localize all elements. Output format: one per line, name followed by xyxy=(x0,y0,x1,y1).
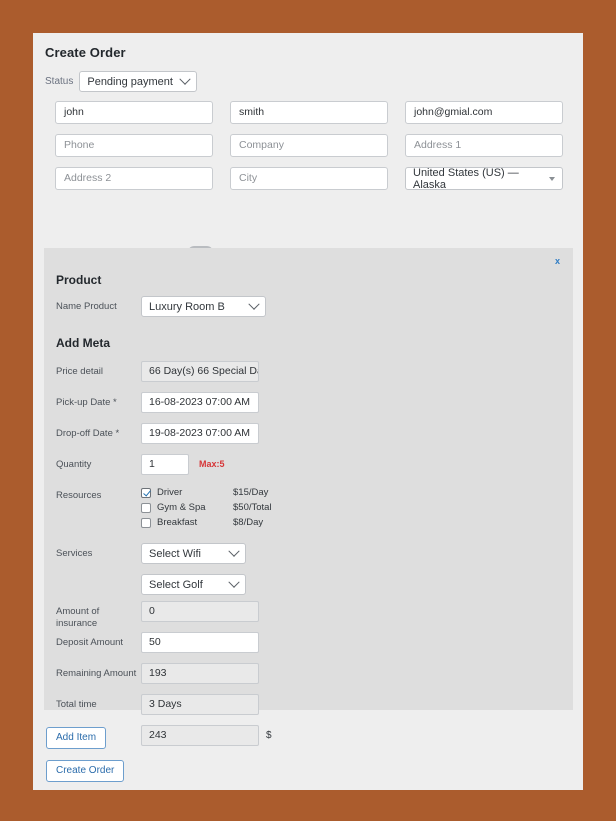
address-1-input[interactable]: Address 1 xyxy=(405,134,563,157)
phone-input[interactable]: Phone xyxy=(55,134,213,157)
chevron-down-icon xyxy=(248,298,259,309)
billing-row-1: john smith john@gmial.com xyxy=(55,101,565,124)
insurance-input[interactable]: 0 xyxy=(141,601,259,622)
chevron-down-icon xyxy=(228,545,239,556)
status-select[interactable]: Pending payment xyxy=(79,71,197,92)
deposit-label: Deposit Amount xyxy=(56,632,141,649)
checkbox-gym-spa[interactable] xyxy=(141,503,151,513)
company-input[interactable]: Company xyxy=(230,134,388,157)
country-state-value: United States (US) — Alaska xyxy=(413,167,541,191)
name-product-value: Luxury Room B xyxy=(149,301,225,313)
pickup-date-input[interactable]: 16-08-2023 07:00 AM xyxy=(141,392,259,413)
name-product-label: Name Product xyxy=(56,296,141,313)
dropoff-date-input[interactable]: 19-08-2023 07:00 AM xyxy=(141,423,259,444)
resources-row: Resources Driver $15/Day Gym & Spa $50/T… xyxy=(56,485,272,528)
create-order-card: Create Order Status Pending payment john… xyxy=(33,33,583,790)
resource-name: Gym & Spa xyxy=(157,502,233,513)
add-meta-title: Add Meta xyxy=(56,336,110,350)
deposit-row: Deposit Amount 50 xyxy=(56,632,259,653)
page-title: Create Order xyxy=(45,45,126,60)
services-label: Services xyxy=(56,543,141,560)
add-item-button[interactable]: Add Item xyxy=(46,727,106,749)
last-name-input[interactable]: smith xyxy=(230,101,388,124)
status-row: Status Pending payment xyxy=(45,71,197,92)
quantity-row: Quantity 1 Max:5 xyxy=(56,454,225,475)
product-section-title: Product xyxy=(56,273,101,287)
total-time-label: Total time xyxy=(56,694,141,711)
name-product-row: Name Product Luxury Room B xyxy=(56,296,266,317)
resource-price: $50/Total xyxy=(233,502,272,513)
dropoff-date-row: Drop-off Date * 19-08-2023 07:00 AM xyxy=(56,423,259,444)
services-selects: Select Wifi Select Golf xyxy=(141,543,246,595)
resource-price: $15/Day xyxy=(233,487,268,498)
total-time-input[interactable]: 3 Days xyxy=(141,694,259,715)
price-detail-row: Price detail 66 Day(s) 66 Special Day(s) xyxy=(56,361,259,382)
city-input[interactable]: City xyxy=(230,167,388,190)
quantity-label: Quantity xyxy=(56,454,141,471)
resource-name: Breakfast xyxy=(157,517,233,528)
email-input[interactable]: john@gmial.com xyxy=(405,101,563,124)
checkbox-breakfast[interactable] xyxy=(141,518,151,528)
wifi-select-value: Select Wifi xyxy=(149,548,201,560)
country-state-select[interactable]: United States (US) — Alaska xyxy=(405,167,563,190)
close-icon[interactable]: x xyxy=(555,256,560,266)
quantity-max-note: Max:5 xyxy=(199,454,225,469)
first-name-input[interactable]: john xyxy=(55,101,213,124)
insurance-label: Amount of insurance xyxy=(56,601,141,630)
dropoff-date-label: Drop-off Date * xyxy=(56,423,141,440)
price-detail-input[interactable]: 66 Day(s) 66 Special Day(s) xyxy=(141,361,259,382)
address-2-input[interactable]: Address 2 xyxy=(55,167,213,190)
resource-item[interactable]: Driver $15/Day xyxy=(141,487,272,498)
cost-input[interactable]: 243 xyxy=(141,725,259,746)
resources-list: Driver $15/Day Gym & Spa $50/Total Break… xyxy=(141,485,272,528)
status-select-value: Pending payment xyxy=(87,76,173,88)
deposit-input[interactable]: 50 xyxy=(141,632,259,653)
pickup-date-label: Pick-up Date * xyxy=(56,392,141,409)
golf-select[interactable]: Select Golf xyxy=(141,574,246,595)
product-panel: x Product Name Product Luxury Room B Add… xyxy=(44,248,573,710)
resources-label: Resources xyxy=(56,485,141,502)
create-order-button[interactable]: Create Order xyxy=(46,760,124,782)
billing-grid: john smith john@gmial.com Phone Company … xyxy=(55,101,565,200)
wifi-select[interactable]: Select Wifi xyxy=(141,543,246,564)
name-product-select[interactable]: Luxury Room B xyxy=(141,296,266,317)
total-time-row: Total time 3 Days xyxy=(56,694,259,715)
billing-row-2: Phone Company Address 1 xyxy=(55,134,565,157)
services-row: Services Select Wifi Select Golf xyxy=(56,543,246,595)
resource-price: $8/Day xyxy=(233,517,263,528)
remaining-input[interactable]: 193 xyxy=(141,663,259,684)
status-label: Status xyxy=(45,76,73,87)
chevron-down-icon xyxy=(179,73,190,84)
chevron-down-icon xyxy=(228,576,239,587)
checkbox-driver[interactable] xyxy=(141,488,151,498)
remaining-label: Remaining Amount xyxy=(56,663,141,680)
remaining-row: Remaining Amount 193 xyxy=(56,663,259,684)
resource-name: Driver xyxy=(157,487,233,498)
quantity-input[interactable]: 1 xyxy=(141,454,189,475)
insurance-row: Amount of insurance 0 xyxy=(56,601,259,630)
golf-select-value: Select Golf xyxy=(149,579,203,591)
pickup-date-row: Pick-up Date * 16-08-2023 07:00 AM xyxy=(56,392,259,413)
price-detail-label: Price detail xyxy=(56,361,141,378)
billing-row-3: Address 2 City United States (US) — Alas… xyxy=(55,167,565,190)
triangle-down-icon xyxy=(549,177,555,181)
resource-item[interactable]: Gym & Spa $50/Total xyxy=(141,502,272,513)
currency-symbol: $ xyxy=(266,725,272,741)
resource-item[interactable]: Breakfast $8/Day xyxy=(141,517,272,528)
